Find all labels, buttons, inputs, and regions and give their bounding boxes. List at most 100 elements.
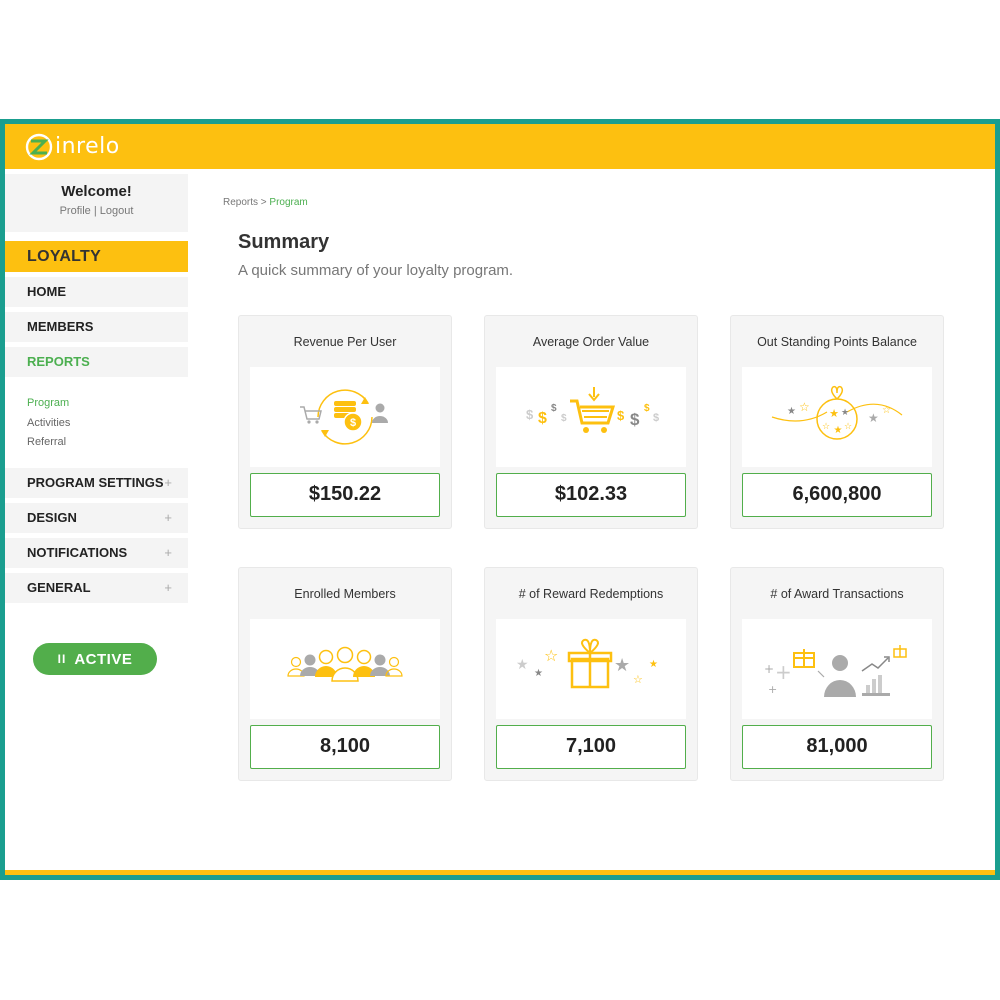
points-bag-icon: ★ ★ ☆ ★ ☆ ★ ☆ ★ ☆	[771, 385, 903, 440]
stat-card-average-order-value: Average Order Value $ $ $ $ $ $ $ $ $102…	[484, 315, 698, 529]
stat-card-image: $ $ $ $ $ $ $ $	[496, 367, 686, 467]
svg-text:★: ★	[534, 668, 543, 679]
expand-icon[interactable]: +	[164, 468, 172, 498]
top-bar: inrelo	[5, 124, 995, 169]
stat-card-image: ★ ★ ☆ ★ ☆ ★	[496, 619, 686, 719]
active-status-toggle[interactable]: II ACTIVE	[33, 643, 157, 675]
svg-text:★: ★	[829, 407, 839, 420]
stat-card-value: 81,000	[742, 725, 932, 769]
expand-icon[interactable]: +	[164, 503, 172, 533]
sidebar-item-program-settings[interactable]: PROGRAM SETTINGS +	[5, 467, 188, 498]
stat-card-label: Enrolled Members	[294, 587, 396, 601]
stat-card-image	[250, 619, 440, 719]
stat-card-label: Average Order Value	[532, 335, 650, 349]
sidebar-item-design[interactable]: DESIGN +	[5, 502, 188, 533]
sidebar-item-members[interactable]: MEMBERS	[5, 312, 188, 342]
expand-icon[interactable]: +	[164, 573, 172, 603]
stat-card-revenue-per-user: Revenue Per User $ $150.22	[238, 315, 452, 529]
svg-text:$: $	[551, 403, 557, 414]
logout-link[interactable]: Logout	[100, 205, 134, 217]
zinrelo-logo-icon	[25, 133, 53, 160]
svg-text:☆: ☆	[799, 400, 810, 414]
svg-text:$: $	[350, 417, 356, 429]
breadcrumb: Reports > Program	[223, 197, 308, 208]
subnav-item-activities[interactable]: Activities	[27, 414, 188, 434]
page-subtitle: A quick summary of your loyalty program.	[238, 262, 514, 279]
gift-stars-icon: ★ ★ ☆ ★ ☆ ★	[516, 638, 658, 689]
stat-card-reward-redemptions: # of Reward Redemptions ★ ★ ☆ ★ ☆ ★ 7,10…	[484, 567, 698, 781]
svg-text:$: $	[538, 410, 547, 427]
main-content: Reports > Program Summary A quick summar…	[188, 174, 995, 870]
stat-card-value: $102.33	[496, 473, 686, 517]
svg-text:★: ★	[516, 657, 529, 673]
stat-card-label: Out Standing Points Balance	[757, 335, 917, 349]
stat-card-label: # of Award Transactions	[770, 587, 904, 601]
svg-text:$: $	[653, 412, 659, 424]
stat-card-value: $150.22	[250, 473, 440, 517]
sidebar-item-label: REPORTS	[27, 354, 90, 369]
expand-icon[interactable]: +	[164, 538, 172, 568]
stat-card-image: ★ ★ ☆ ★ ☆ ★ ☆ ★ ☆	[742, 367, 932, 467]
sidebar: Welcome! Profile | Logout LOYALTY HOME M…	[5, 174, 188, 870]
members-group-icon	[287, 646, 403, 682]
stat-card-label: # of Reward Redemptions	[518, 587, 664, 601]
app-window: inrelo Welcome! Profile | Logout LOYALTY…	[0, 119, 1000, 880]
subnav-item-program[interactable]: Program	[27, 394, 188, 414]
svg-text:☆: ☆	[844, 422, 852, 432]
cart-dollars-icon: $ $ $ $ $ $ $ $	[526, 387, 659, 433]
svg-text:★: ★	[834, 425, 843, 436]
stat-card-outstanding-points: Out Standing Points Balance ★ ★ ☆ ★ ☆ ★ …	[730, 315, 944, 529]
sidebar-item-label: PROGRAM SETTINGS	[27, 474, 164, 490]
sidebar-item-reports[interactable]: REPORTS	[5, 347, 188, 377]
page-title: Summary	[238, 231, 330, 253]
sidebar-item-home[interactable]: HOME	[5, 277, 188, 307]
sidebar-item-label: GENERAL	[27, 579, 91, 595]
bottom-bar	[5, 870, 995, 875]
loyalty-section-header[interactable]: LOYALTY	[5, 241, 188, 272]
reports-subnav: Program Activities Referral	[5, 377, 188, 463]
svg-text:★: ★	[841, 408, 849, 418]
svg-text:★: ★	[649, 659, 658, 670]
sidebar-item-label: MEMBERS	[27, 319, 94, 334]
breadcrumb-parent[interactable]: Reports	[223, 197, 258, 208]
svg-text:$: $	[644, 403, 650, 414]
svg-text:$: $	[526, 407, 534, 422]
stat-card-enrolled-members: Enrolled Members 8,100	[238, 567, 452, 781]
logo[interactable]: inrelo	[25, 133, 120, 161]
svg-text:+: +	[768, 683, 777, 696]
stat-card-award-transactions: # of Award Transactions + + + 81,000	[730, 567, 944, 781]
svg-text:☆: ☆	[633, 673, 643, 686]
account-links: Profile | Logout	[5, 205, 188, 217]
stat-card-value: 6,600,800	[742, 473, 932, 517]
logo-text: inrelo	[55, 134, 120, 159]
active-status-label: ACTIVE	[74, 650, 133, 668]
sidebar-item-label: DESIGN	[27, 509, 77, 525]
svg-text:★: ★	[614, 655, 630, 676]
stat-card-label: Revenue Per User	[293, 335, 397, 349]
sidebar-item-general[interactable]: GENERAL +	[5, 572, 188, 603]
stat-card-image: + + +	[742, 619, 932, 719]
breadcrumb-current: Program	[269, 197, 308, 208]
profile-link[interactable]: Profile	[60, 205, 91, 217]
svg-text:+: +	[775, 660, 792, 684]
sidebar-item-notifications[interactable]: NOTIFICATIONS +	[5, 537, 188, 568]
svg-text:☆: ☆	[544, 646, 558, 665]
stat-card-value: 8,100	[250, 725, 440, 769]
welcome-text: Welcome!	[61, 183, 132, 200]
award-transactions-icon: + + +	[764, 645, 907, 697]
pause-icon: II	[57, 652, 67, 666]
svg-text:★: ★	[787, 406, 796, 417]
stat-card-image: $	[250, 367, 440, 467]
svg-text:+: +	[764, 662, 774, 676]
svg-text:$: $	[561, 413, 567, 424]
svg-text:$: $	[617, 408, 625, 423]
svg-text:☆: ☆	[822, 422, 830, 432]
welcome-panel: Welcome! Profile | Logout	[5, 174, 188, 232]
svg-text:$: $	[630, 410, 640, 429]
sidebar-item-label: NOTIFICATIONS	[27, 544, 128, 560]
subnav-item-referral[interactable]: Referral	[27, 433, 188, 453]
svg-text:☆: ☆	[882, 405, 891, 416]
link-separator: |	[93, 205, 97, 217]
revenue-cycle-icon: $	[300, 389, 388, 445]
stat-card-value: 7,100	[496, 725, 686, 769]
